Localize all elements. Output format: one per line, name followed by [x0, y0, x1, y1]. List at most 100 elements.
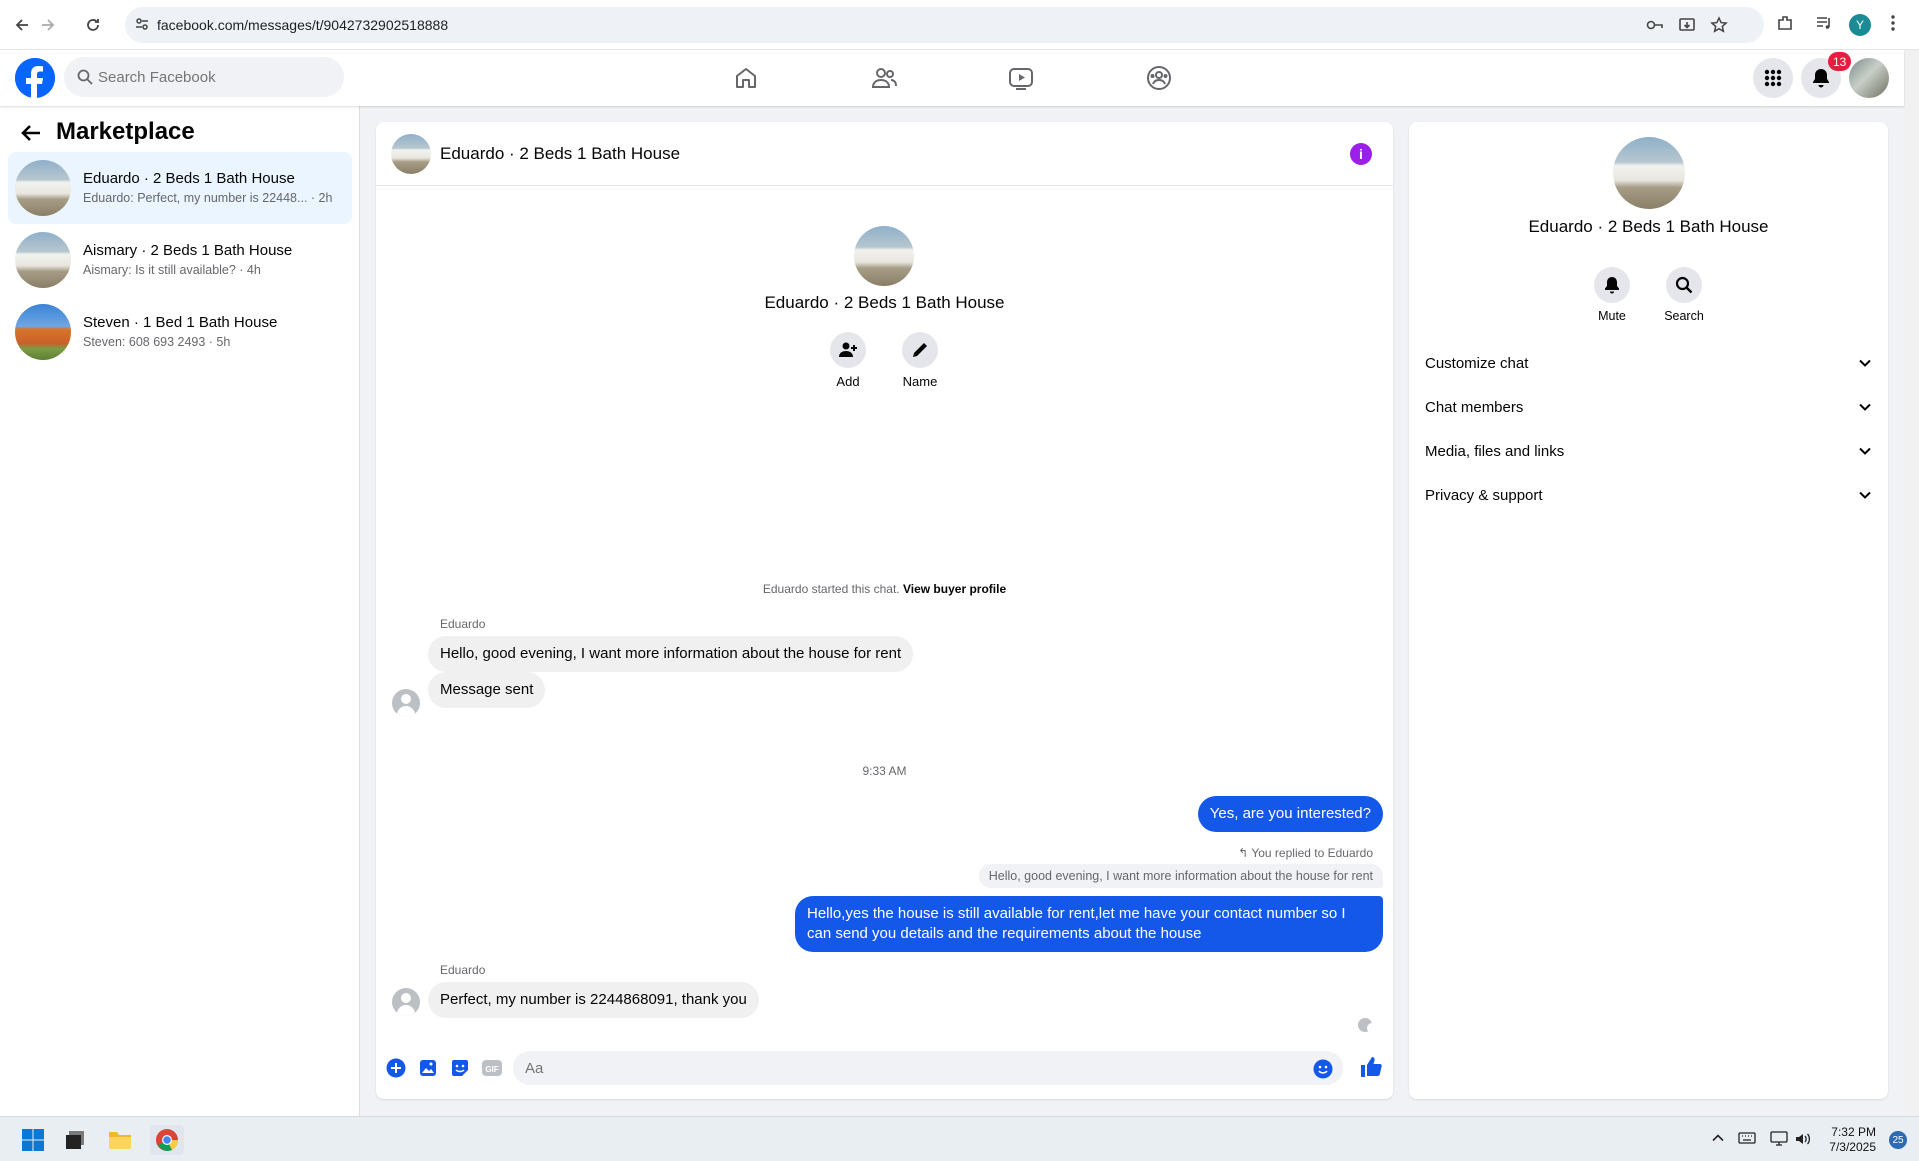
sticker-icon[interactable]: [450, 1058, 470, 1078]
back-arrow-icon[interactable]: [20, 122, 42, 144]
chat-title[interactable]: Eduardo · 2 Beds 1 Bath House: [440, 144, 680, 164]
marketplace-sidebar: Marketplace Eduardo · 2 Beds 1 Bath Hous…: [0, 106, 360, 1116]
account-avatar[interactable]: [1849, 58, 1889, 98]
incoming-message[interactable]: Hello, good evening, I want more informa…: [428, 636, 914, 672]
chat-header-avatar[interactable]: [391, 134, 431, 174]
chat-details-panel: Eduardo · 2 Beds 1 Bath House Mute Searc…: [1409, 122, 1888, 1099]
media-controls-icon[interactable]: [1815, 14, 1833, 32]
bell-icon: [1594, 267, 1630, 303]
page-scrollbar[interactable]: [1904, 50, 1919, 1116]
conversation-snippet: Eduardo: Perfect, my number is 22448... …: [83, 191, 333, 205]
system-clock[interactable]: 7:32 PM 7/3/2025: [1820, 1125, 1876, 1155]
bookmark-star-icon[interactable]: [1710, 16, 1728, 34]
windows-start-icon[interactable]: [18, 1125, 48, 1155]
address-bar[interactable]: facebook.com/messages/t/9042732902518888: [125, 7, 1764, 43]
message-timestamp: 9:33 AM: [862, 764, 907, 778]
photo-icon[interactable]: [418, 1058, 438, 1078]
file-explorer-icon[interactable]: [105, 1125, 135, 1155]
section-privacy-support[interactable]: Privacy & support: [1425, 475, 1872, 515]
back-icon[interactable]: [9, 12, 35, 38]
home-icon[interactable]: [730, 62, 762, 94]
browser-toolbar: facebook.com/messages/t/9042732902518888…: [0, 0, 1919, 50]
thumbs-up-icon[interactable]: [1360, 1056, 1382, 1078]
svg-text:GIF: GIF: [485, 1065, 498, 1074]
volume-icon[interactable]: [1794, 1131, 1812, 1147]
add-person-icon: [830, 332, 866, 368]
chat-started-notice: Eduardo started this chat. View buyer pr…: [376, 582, 1393, 596]
groups-icon[interactable]: [1143, 62, 1175, 94]
show-hidden-icons-chevron[interactable]: [1711, 1131, 1725, 1145]
menu-grid-icon[interactable]: [1753, 58, 1793, 98]
plus-circle-icon[interactable]: [386, 1058, 406, 1078]
pencil-icon: [902, 332, 938, 368]
add-label: Add: [836, 374, 860, 389]
conversation-item-aismary[interactable]: Aismary · 2 Beds 1 Bath House Aismary: I…: [8, 224, 352, 296]
incoming-message[interactable]: Message sent: [428, 672, 546, 708]
details-name: Eduardo · 2 Beds 1 Bath House: [1528, 217, 1769, 236]
chevron-down-icon: [1858, 356, 1872, 370]
forward-icon[interactable]: [35, 12, 61, 38]
sender-name: Eduardo: [440, 617, 486, 631]
reload-icon[interactable]: [80, 12, 106, 38]
sender-avatar[interactable]: [392, 988, 420, 1016]
install-app-icon[interactable]: [1678, 16, 1696, 34]
conversation-snippet: Aismary: Is it still available? · 4h: [83, 263, 261, 277]
section-label: Chat members: [1425, 398, 1524, 416]
notification-center-badge[interactable]: 25: [1889, 1131, 1907, 1149]
section-media-files-links[interactable]: Media, files and links: [1425, 431, 1872, 471]
view-buyer-profile-link[interactable]: View buyer profile: [903, 582, 1006, 596]
section-label: Customize chat: [1425, 354, 1529, 372]
facebook-logo[interactable]: [15, 58, 55, 98]
friends-icon[interactable]: [868, 62, 900, 94]
conversation-item-steven[interactable]: Steven · 1 Bed 1 Bath House Steven: 608 …: [8, 296, 352, 368]
reply-indicator-text: You replied to Eduardo: [1251, 846, 1373, 860]
password-key-icon[interactable]: [1646, 16, 1664, 34]
chat-window: Eduardo · 2 Beds 1 Bath House i Eduardo …: [376, 122, 1393, 1099]
search-in-chat-button[interactable]: Search: [1654, 267, 1714, 323]
section-label: Privacy & support: [1425, 486, 1543, 504]
message-composer: GIF: [376, 1044, 1393, 1092]
add-button[interactable]: Add: [818, 332, 878, 389]
url-text[interactable]: facebook.com/messages/t/9042732902518888: [157, 17, 448, 33]
quoted-message[interactable]: Hello, good evening, I want more informa…: [978, 864, 1383, 888]
extensions-icon[interactable]: [1776, 14, 1794, 32]
clock-date: 7/3/2025: [1829, 1140, 1876, 1154]
video-icon[interactable]: [1005, 62, 1037, 94]
mute-button[interactable]: Mute: [1582, 267, 1642, 323]
facebook-search[interactable]: [64, 57, 344, 97]
message-input-box[interactable]: [513, 1051, 1343, 1085]
chrome-menu-icon[interactable]: [1890, 14, 1896, 32]
conversation-thumbnail: [15, 160, 71, 216]
search-input[interactable]: [98, 57, 328, 97]
chrome-profile-avatar[interactable]: Y: [1849, 14, 1871, 36]
chevron-down-icon: [1858, 400, 1872, 414]
gif-icon[interactable]: GIF: [481, 1058, 503, 1078]
sender-avatar[interactable]: [392, 689, 420, 717]
reply-arrow-icon: ↰: [1238, 846, 1252, 860]
name-label: Name: [902, 374, 938, 389]
section-label: Media, files and links: [1425, 442, 1565, 460]
chat-profile-name: Eduardo · 2 Beds 1 Bath House: [764, 293, 1005, 312]
site-settings-icon[interactable]: [135, 17, 149, 31]
outgoing-message[interactable]: Yes, are you interested?: [1197, 796, 1383, 832]
name-button[interactable]: Name: [890, 332, 950, 389]
conversation-snippet: Steven: 608 693 2493 · 5h: [83, 335, 231, 349]
conversation-item-eduardo[interactable]: Eduardo · 2 Beds 1 Bath House Eduardo: P…: [8, 152, 352, 224]
task-view-icon[interactable]: [60, 1125, 90, 1155]
emoji-icon[interactable]: [1313, 1059, 1333, 1079]
clock-time: 7:32 PM: [1831, 1125, 1876, 1139]
outgoing-message[interactable]: Hello,yes the house is still available f…: [795, 896, 1383, 952]
info-icon[interactable]: i: [1350, 143, 1372, 165]
section-chat-members[interactable]: Chat members: [1425, 387, 1872, 427]
message-input[interactable]: [525, 1051, 1305, 1085]
chrome-taskbar-icon[interactable]: [150, 1125, 184, 1155]
mute-label: Mute: [1598, 309, 1626, 323]
read-receipt-avatar: [1358, 1018, 1372, 1032]
section-customize-chat[interactable]: Customize chat: [1425, 343, 1872, 383]
incoming-message[interactable]: Perfect, my number is 2244868091, thank …: [428, 982, 759, 1018]
sidebar-title: Marketplace: [56, 118, 195, 145]
conversation-thumbnail: [15, 304, 71, 360]
keyboard-icon[interactable]: [1738, 1131, 1756, 1145]
chat-header: Eduardo · 2 Beds 1 Bath House i: [376, 122, 1393, 186]
network-icon[interactable]: [1770, 1131, 1788, 1147]
